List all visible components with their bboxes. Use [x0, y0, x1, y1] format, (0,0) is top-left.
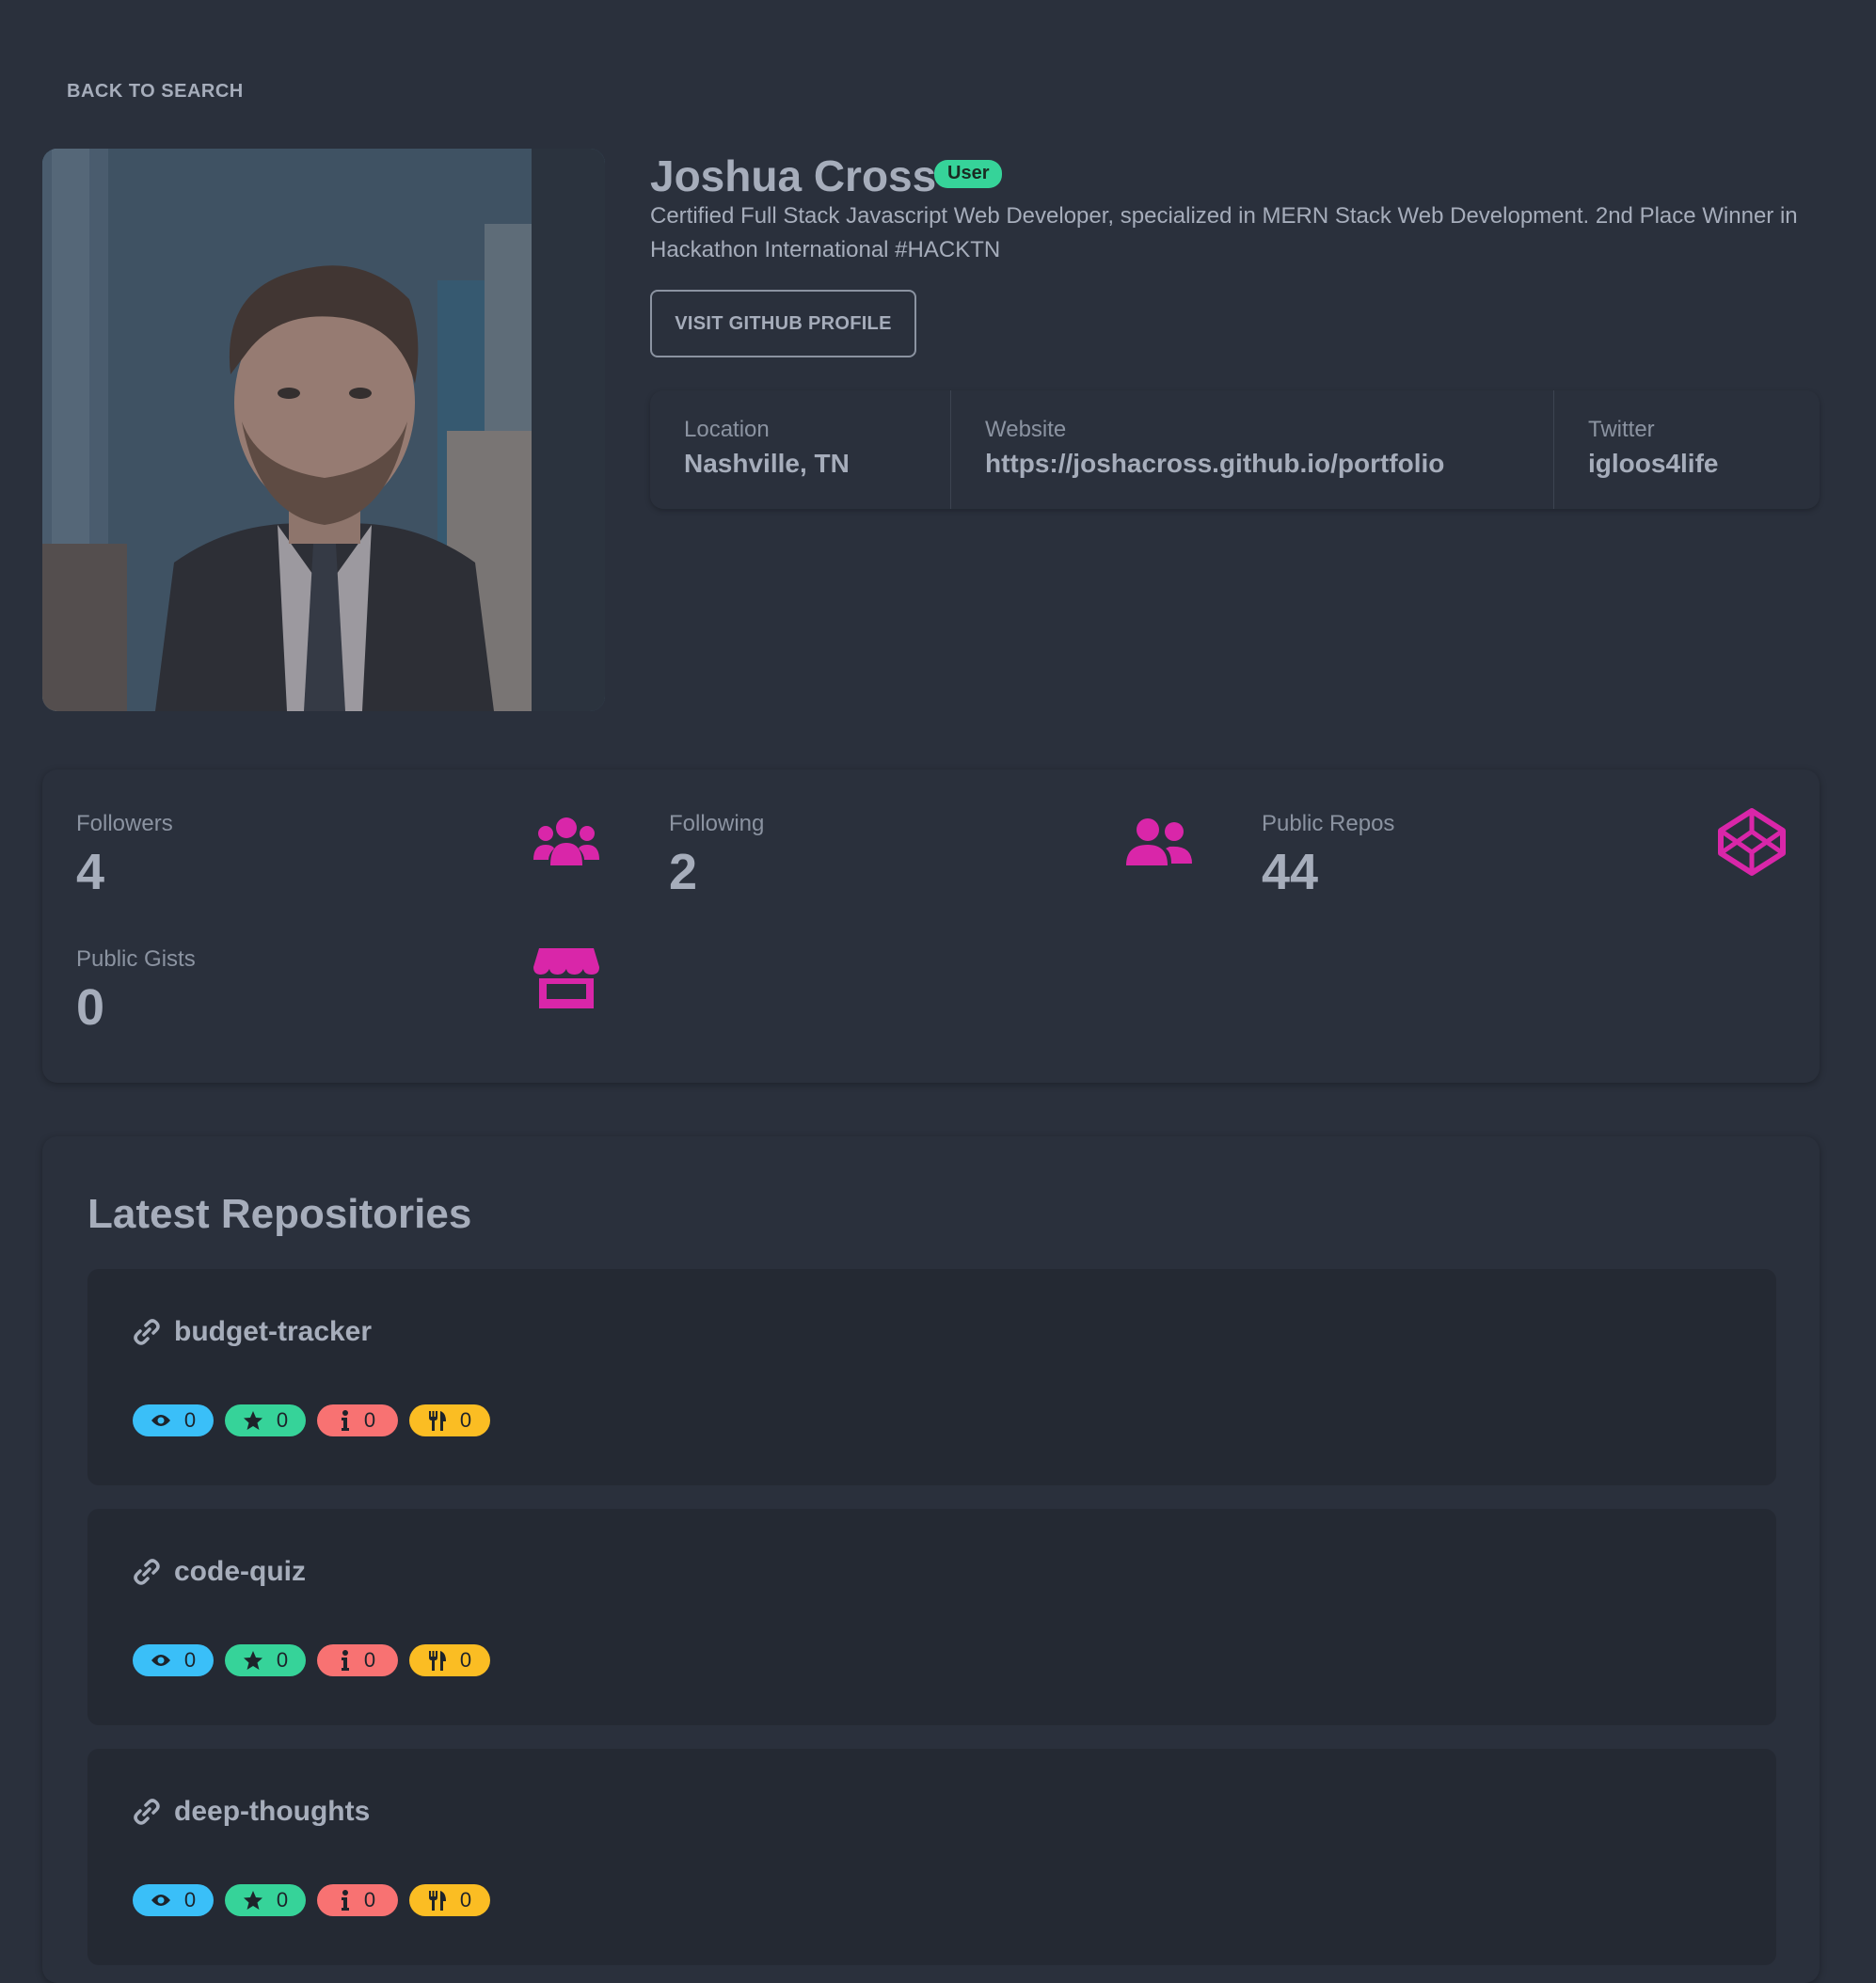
stat-label: Public Repos: [1262, 811, 1395, 836]
watchers-count: 0: [183, 1648, 197, 1672]
stat-followers: Followers 4: [42, 769, 607, 900]
info-twitter: Twitter igloos4life: [1554, 390, 1820, 509]
repo-name: budget-tracker: [174, 1316, 373, 1347]
issues-count: 0: [363, 1648, 376, 1672]
info-value[interactable]: https://joshacross.github.io/portfolio: [985, 449, 1519, 479]
eye-icon: [151, 1655, 170, 1666]
watchers-count: 0: [183, 1408, 197, 1432]
stat-label: Following: [669, 811, 765, 836]
repo-badges: 0 0 0 0: [133, 1404, 501, 1436]
stat-public-repos: Public Repos 44: [1228, 769, 1792, 900]
watchers-badge: 0: [133, 1644, 214, 1676]
forks-count: 0: [459, 1888, 472, 1912]
info-website: Website https://joshacross.github.io/por…: [951, 390, 1554, 509]
eye-icon: [151, 1415, 170, 1426]
forks-badge: 0: [409, 1404, 490, 1436]
repo-card: code-quiz 0 0 0 0: [87, 1509, 1776, 1725]
utensils-icon: [428, 1891, 446, 1911]
info-icon: [341, 1410, 349, 1431]
store-icon: [533, 948, 599, 1008]
utensils-icon: [428, 1411, 446, 1431]
repo-name: deep-thoughts: [174, 1796, 371, 1827]
forks-count: 0: [459, 1408, 472, 1432]
star-icon: [243, 1651, 262, 1670]
stars-count: 0: [276, 1408, 289, 1432]
info-value: Nashville, TN: [684, 449, 850, 478]
watchers-count: 0: [183, 1888, 197, 1912]
user-type-badge: User: [934, 160, 1003, 188]
back-to-search-link[interactable]: BACK TO SEARCH: [67, 81, 244, 103]
star-icon: [243, 1411, 262, 1430]
watchers-badge: 0: [133, 1404, 214, 1436]
issues-count: 0: [363, 1408, 376, 1432]
repo-card: deep-thoughts 0 0 0 0: [87, 1749, 1776, 1965]
stars-count: 0: [276, 1888, 289, 1912]
profile-name: Joshua Cross: [650, 151, 937, 200]
info-icon: [341, 1650, 349, 1671]
info-value[interactable]: igloos4life: [1588, 449, 1786, 479]
stat-value: 44: [1262, 844, 1319, 900]
stars-badge: 0: [225, 1884, 306, 1916]
issues-badge: 0: [317, 1404, 398, 1436]
user-friends-icon: [1126, 818, 1192, 865]
repo-badges: 0 0 0 0: [133, 1644, 501, 1676]
info-label: Website: [985, 417, 1067, 442]
info-location: Location Nashville, TN: [650, 390, 951, 509]
stars-badge: 0: [225, 1644, 306, 1676]
repo-link[interactable]: budget-tracker: [133, 1316, 372, 1348]
profile-photo-card: Joshua Cross joshacross: [42, 149, 605, 711]
stars-count: 0: [276, 1648, 289, 1672]
repo-badges: 0 0 0 0: [133, 1884, 501, 1916]
repo-name: code-quiz: [174, 1556, 306, 1587]
repo-link[interactable]: code-quiz: [133, 1556, 306, 1588]
stat-value: 2: [669, 844, 698, 900]
eye-icon: [151, 1895, 170, 1906]
profile-bio: Certified Full Stack Javascript Web Deve…: [650, 203, 1798, 262]
stat-value: 4: [76, 844, 105, 900]
issues-count: 0: [363, 1888, 376, 1912]
utensils-icon: [428, 1651, 446, 1671]
profile-info-strip: Location Nashville, TN Website https://j…: [650, 390, 1820, 509]
star-icon: [243, 1891, 262, 1910]
info-label: Location: [684, 417, 770, 442]
forks-badge: 0: [409, 1884, 490, 1916]
forks-count: 0: [459, 1648, 472, 1672]
stars-badge: 0: [225, 1404, 306, 1436]
info-icon: [341, 1890, 349, 1911]
stat-label: Public Gists: [76, 946, 196, 972]
repo-card: budget-tracker 0 0 0 0: [87, 1269, 1776, 1485]
watchers-badge: 0: [133, 1884, 214, 1916]
stats-panel: Followers 4 Following 2 Public Repos 44 …: [42, 769, 1820, 1083]
repo-link[interactable]: deep-thoughts: [133, 1796, 370, 1828]
stat-label: Followers: [76, 811, 173, 836]
link-icon: [134, 1319, 160, 1345]
stat-public-gists: Public Gists 0: [42, 905, 607, 1036]
info-label: Twitter: [1588, 417, 1655, 442]
stat-following: Following 2: [635, 769, 1200, 900]
issues-badge: 0: [317, 1644, 398, 1676]
visit-github-profile-button[interactable]: VISIT GITHUB PROFILE: [650, 290, 916, 357]
link-icon: [134, 1799, 160, 1825]
codepen-icon: [1718, 808, 1786, 876]
issues-badge: 0: [317, 1884, 398, 1916]
stat-value: 0: [76, 979, 105, 1036]
users-icon: [533, 817, 599, 865]
latest-repositories-panel: Latest Repositories budget-tracker 0 0 0: [42, 1136, 1820, 1983]
repos-heading: Latest Repositories: [87, 1191, 472, 1237]
forks-badge: 0: [409, 1644, 490, 1676]
link-icon: [134, 1559, 160, 1585]
